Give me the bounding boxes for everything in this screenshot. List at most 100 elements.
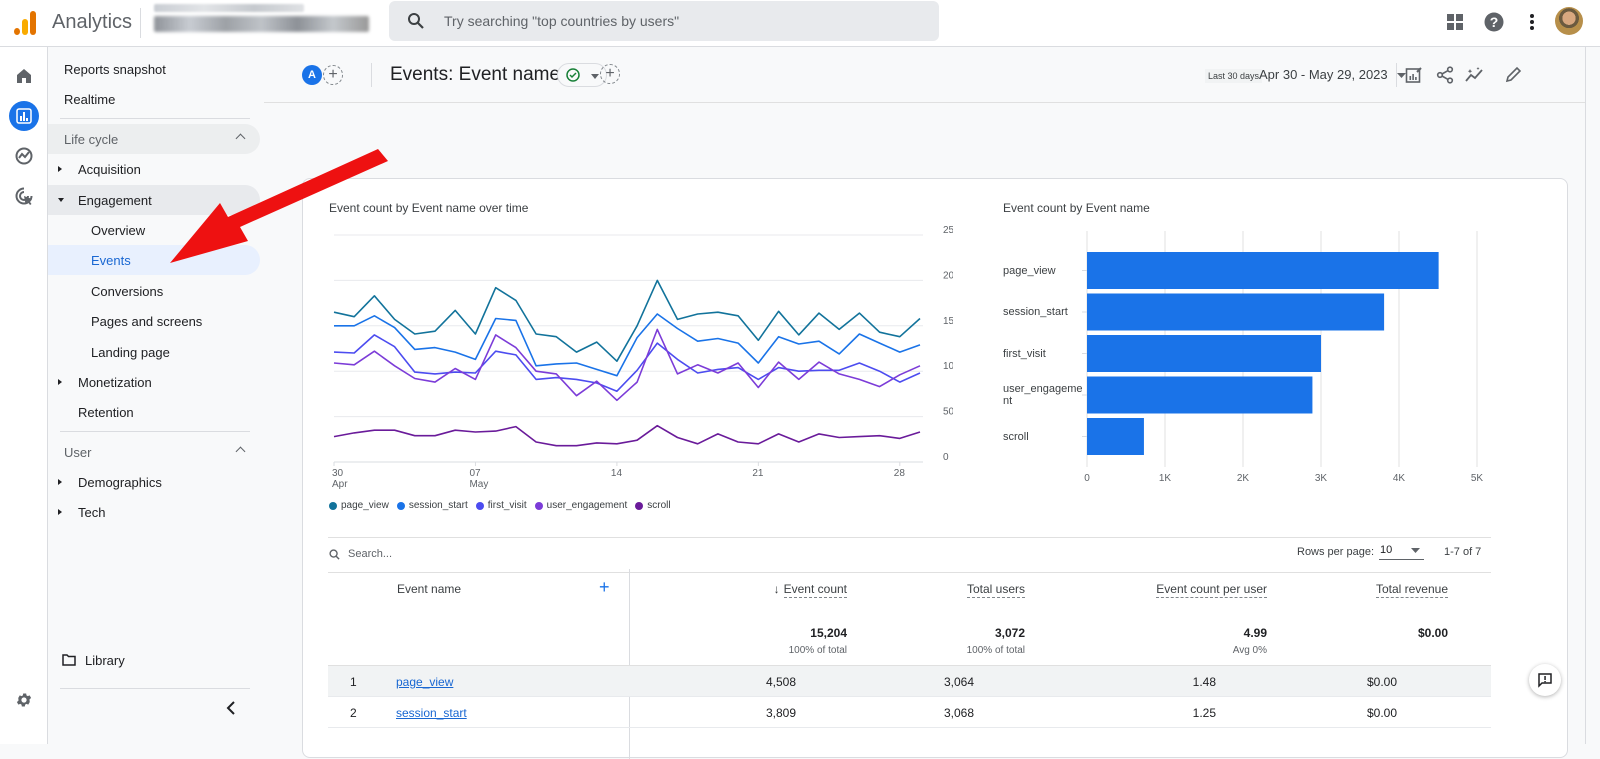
caret-right-icon bbox=[58, 166, 62, 172]
nav-events[interactable]: Events bbox=[48, 245, 260, 275]
settings-button[interactable] bbox=[9, 685, 39, 715]
section-label: User bbox=[64, 444, 92, 460]
app-name: Analytics bbox=[52, 11, 133, 33]
rail-explore[interactable] bbox=[9, 141, 39, 171]
nav-retention[interactable]: Retention bbox=[48, 397, 260, 427]
event-name-link[interactable]: session_start bbox=[396, 706, 467, 720]
nav-conversions[interactable]: Conversions bbox=[48, 276, 260, 306]
bar-chart-title: Event count by Event name bbox=[1003, 201, 1150, 215]
bar-category-label: session_start bbox=[1003, 306, 1068, 318]
edit-report-button[interactable] bbox=[1502, 64, 1524, 86]
comparison-chip[interactable]: A bbox=[302, 65, 322, 85]
nav-demographics[interactable]: Demographics bbox=[48, 467, 260, 497]
series-line-user-engagement bbox=[333, 328, 921, 402]
nav-acquisition[interactable]: Acquisition bbox=[48, 154, 260, 184]
add-filter-button[interactable]: + bbox=[600, 64, 620, 84]
total-per-user-sub: Avg 0% bbox=[1232, 645, 1267, 656]
nav-label: Library bbox=[85, 652, 125, 668]
collapse-nav-button[interactable] bbox=[226, 701, 240, 719]
nav-engagement[interactable]: Engagement bbox=[48, 185, 260, 215]
search-icon bbox=[329, 548, 340, 560]
caret-right-icon bbox=[58, 509, 62, 515]
bar-page-view[interactable] bbox=[1087, 252, 1439, 289]
nav-label: Engagement bbox=[78, 192, 152, 208]
caret-down-icon bbox=[591, 74, 599, 79]
account-picker[interactable] bbox=[154, 4, 369, 32]
apps-grid-icon[interactable] bbox=[1443, 10, 1467, 34]
table-row[interactable]: 1 page_view 4,508 3,064 1.48 $0.00 bbox=[328, 666, 1491, 697]
legend-label: scroll bbox=[647, 500, 671, 511]
nav-section-lifecycle[interactable]: Life cycle bbox=[48, 124, 260, 154]
folder-icon bbox=[62, 654, 76, 666]
col-header-total-users[interactable]: Total users bbox=[966, 582, 1025, 598]
column-divider bbox=[629, 569, 630, 759]
legend-item-user-engagement[interactable]: user_engagement bbox=[534, 500, 628, 511]
col-header-total-revenue[interactable]: Total revenue bbox=[1375, 582, 1448, 598]
y-tick-label: 0 bbox=[943, 452, 949, 463]
plus-icon: + bbox=[328, 66, 338, 83]
add-comparison-button[interactable]: + bbox=[323, 65, 343, 85]
nav-divider bbox=[60, 431, 250, 432]
nav-realtime[interactable]: Realtime bbox=[48, 84, 260, 114]
nav-reports-snapshot[interactable]: Reports snapshot bbox=[48, 54, 260, 84]
x-tick-label: 4K bbox=[1393, 473, 1406, 484]
legend-item-page-view[interactable]: page_view bbox=[329, 500, 389, 511]
table-search[interactable]: Search... bbox=[329, 548, 392, 560]
date-range-picker[interactable]: Apr 30 - May 29, 2023 bbox=[1259, 67, 1407, 82]
x-tick-label: 14 bbox=[611, 468, 623, 479]
analytics-logo[interactable] bbox=[12, 9, 38, 35]
total-users: 3,072 bbox=[994, 626, 1025, 640]
table-row[interactable]: 2 session_start 3,809 3,068 1.25 $0.00 bbox=[328, 697, 1491, 728]
rail-home[interactable] bbox=[9, 61, 39, 91]
rows-per-page-select[interactable]: 10 bbox=[1379, 542, 1424, 560]
legend-label: user_engagement bbox=[546, 500, 628, 511]
nav-tech[interactable]: Tech bbox=[48, 497, 260, 527]
nav-pages-and-screens[interactable]: Pages and screens bbox=[48, 306, 260, 336]
col-header-event-count[interactable]: ↓ Event count bbox=[774, 582, 847, 598]
nav-rail bbox=[0, 47, 48, 744]
top-bar: Analytics Try searching "top countries b… bbox=[0, 0, 1600, 47]
more-vert-icon[interactable] bbox=[1520, 10, 1544, 34]
series-line-scroll bbox=[333, 424, 921, 447]
col-header-event-name[interactable]: Event name bbox=[397, 582, 461, 596]
event-name-link[interactable]: page_view bbox=[396, 675, 453, 689]
total-revenue: $0.00 bbox=[1417, 626, 1448, 640]
nav-section-user[interactable]: User bbox=[48, 437, 260, 467]
x-tick-month-label: May bbox=[469, 479, 488, 490]
col-header-event-count-per-user[interactable]: Event count per user bbox=[1156, 582, 1267, 598]
insights-button[interactable] bbox=[1464, 64, 1486, 86]
legend-item-session-start[interactable]: session_start bbox=[396, 500, 468, 511]
nav-overview[interactable]: Overview bbox=[48, 215, 260, 245]
bar-user-engagement[interactable] bbox=[1087, 376, 1313, 414]
report-card: Event count by Event name over time 0 50 1… bbox=[302, 178, 1568, 759]
nav-divider bbox=[60, 118, 250, 119]
rail-reports[interactable] bbox=[9, 101, 39, 131]
legend-item-first-visit[interactable]: first_visit bbox=[475, 500, 527, 511]
divider bbox=[140, 8, 141, 38]
y-tick-label: 200 bbox=[943, 270, 953, 281]
legend-dot bbox=[329, 501, 337, 510]
legend-label: page_view bbox=[341, 500, 389, 511]
nav-landing-page[interactable]: Landing page bbox=[48, 337, 260, 367]
rail-advertising[interactable] bbox=[9, 181, 39, 211]
add-dimension-button[interactable]: + bbox=[599, 577, 610, 598]
search-icon bbox=[407, 12, 425, 35]
nav-monetization[interactable]: Monetization bbox=[48, 367, 260, 397]
total-event-count: 15,204 bbox=[810, 626, 847, 640]
bar-session-start[interactable] bbox=[1087, 293, 1385, 331]
feedback-button[interactable] bbox=[1529, 664, 1561, 696]
bar-scroll[interactable] bbox=[1087, 418, 1144, 455]
share-button[interactable] bbox=[1434, 64, 1456, 86]
legend-item-scroll[interactable]: scroll bbox=[635, 500, 671, 511]
nav-divider bbox=[60, 688, 250, 689]
avatar[interactable] bbox=[1555, 7, 1583, 35]
help-icon[interactable]: ? bbox=[1482, 10, 1506, 34]
global-search[interactable]: Try searching "top countries by users" bbox=[389, 1, 939, 41]
x-tick-label: 21 bbox=[752, 468, 764, 479]
home-icon bbox=[17, 69, 31, 83]
customize-report-button[interactable] bbox=[1403, 64, 1425, 86]
nav-library[interactable]: Library bbox=[48, 645, 260, 675]
bar-first-visit[interactable] bbox=[1087, 335, 1321, 372]
chevron-left-icon bbox=[226, 701, 235, 715]
insights-icon bbox=[1465, 67, 1483, 82]
